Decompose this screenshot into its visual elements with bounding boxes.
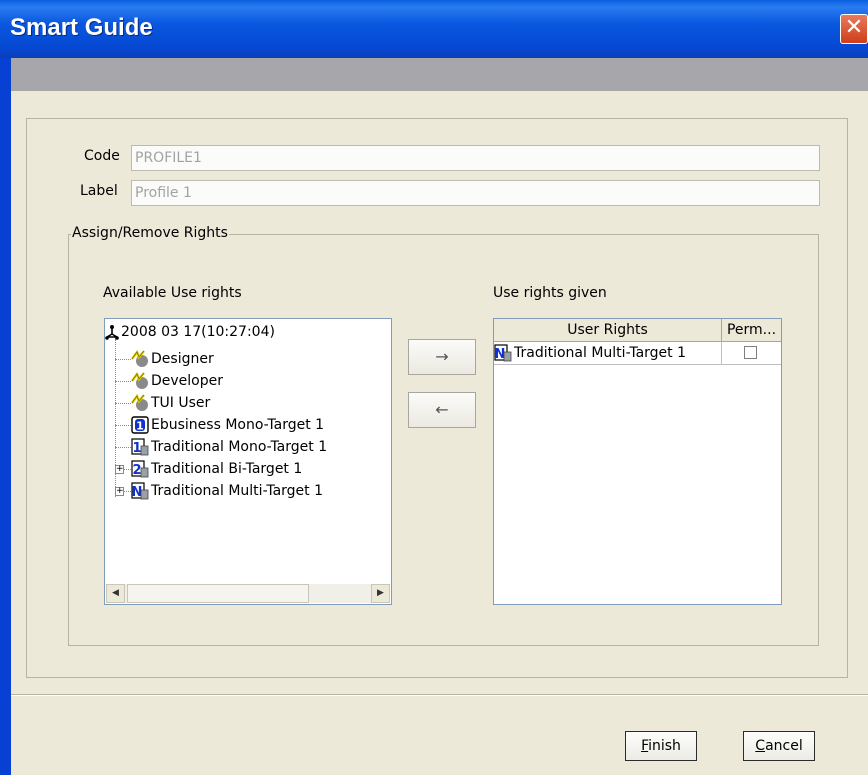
arrow-left-icon: ← [435, 400, 449, 419]
given-rights-label: Use rights given [493, 285, 607, 301]
tree-item-label: Traditional Bi-Target 1 [151, 461, 303, 477]
user-role-icon [131, 349, 149, 368]
table-row-right-cell[interactable]: N Traditional Multi-Target 1 [494, 342, 722, 365]
cancel-label: ancel [765, 738, 803, 754]
user-role-icon [131, 371, 149, 390]
tree-connector [115, 381, 131, 382]
code-field[interactable]: PROFILE1 [131, 145, 820, 171]
table-cell-right-label: Traditional Multi-Target 1 [514, 345, 686, 361]
arrow-right-icon: → [435, 347, 449, 366]
header-band [11, 58, 868, 91]
table-row-perm-cell [722, 342, 781, 365]
tree-item-label: Developer [151, 373, 224, 389]
code-label: Code [84, 148, 120, 164]
tree-item-label: Designer [151, 351, 214, 367]
close-button[interactable]: ✕ [840, 14, 868, 44]
tree-connector [115, 447, 131, 448]
tree-connector [115, 359, 131, 360]
tree-item-designer[interactable]: Designer [131, 348, 214, 370]
tree-expand-toggle[interactable]: + [115, 487, 124, 496]
title-bar: Smart Guide ✕ [0, 0, 868, 58]
multi-target-icon: N [131, 482, 149, 500]
tree-horizontal-scrollbar[interactable]: ◀ ▶ [106, 584, 390, 603]
footer-separator [11, 694, 868, 696]
window-left-border [0, 58, 11, 775]
tree-root[interactable]: 2008 03 17(10:27:04) [105, 321, 275, 343]
scroll-left-button[interactable]: ◀ [106, 584, 125, 603]
svg-text:1: 1 [132, 441, 141, 456]
finish-label: inish [648, 738, 681, 754]
svg-text:1: 1 [136, 420, 144, 433]
tree-item-label: Traditional Mono-Target 1 [151, 439, 328, 455]
scroll-right-button[interactable]: ▶ [371, 584, 390, 603]
column-header-user-rights[interactable]: User Rights [494, 319, 722, 342]
tree-expand-toggle[interactable]: + [115, 465, 124, 474]
finish-button[interactable]: Finish [625, 731, 697, 761]
given-rights-table[interactable]: User Rights Perm... N Traditional Multi-… [493, 318, 782, 605]
tree-item-label: Ebusiness Mono-Target 1 [151, 417, 325, 433]
label-field[interactable]: Profile 1 [131, 180, 820, 206]
tree-item-tui-user[interactable]: TUI User [131, 392, 210, 414]
mono-target-icon: 1 [131, 438, 149, 456]
tree-item-developer[interactable]: Developer [131, 370, 223, 392]
tree-item-label: TUI User [151, 395, 211, 411]
cancel-button[interactable]: Cancel [743, 731, 815, 761]
tree-item-label: Traditional Multi-Target 1 [151, 483, 323, 499]
network-root-icon [105, 323, 119, 341]
tree-item-traditional-bi-target[interactable]: 2 Traditional Bi-Target 1 [131, 458, 302, 480]
window-title: Smart Guide [10, 14, 153, 41]
ebusiness-target-icon: 1 [131, 416, 149, 434]
svg-text:2: 2 [132, 463, 141, 478]
tree-item-traditional-mono-target[interactable]: 1 Traditional Mono-Target 1 [131, 436, 327, 458]
available-rights-label: Available Use rights [103, 285, 242, 301]
tree-root-label: 2008 03 17(10:27:04) [121, 324, 275, 340]
rights-group-title: Assign/Remove Rights [71, 225, 229, 241]
add-right-button[interactable]: → [408, 339, 476, 375]
tree-connector [115, 425, 131, 426]
multi-target-icon: N [494, 344, 512, 362]
scrollbar-thumb[interactable] [127, 584, 309, 603]
user-role-icon [131, 393, 149, 412]
close-icon: ✕ [844, 15, 864, 40]
bi-target-icon: 2 [131, 460, 149, 478]
label-label: Label [80, 183, 118, 199]
column-header-perm[interactable]: Perm... [722, 319, 781, 342]
available-rights-tree[interactable]: 2008 03 17(10:27:04) Designer Developer … [104, 318, 392, 605]
tree-item-ebusiness-mono-target[interactable]: 1 Ebusiness Mono-Target 1 [131, 414, 324, 436]
cancel-mnemonic: C [755, 738, 766, 754]
perm-checkbox[interactable] [744, 346, 757, 359]
tree-item-traditional-multi-target[interactable]: N Traditional Multi-Target 1 [131, 480, 323, 502]
remove-right-button[interactable]: ← [408, 392, 476, 428]
tree-connector [115, 403, 131, 404]
